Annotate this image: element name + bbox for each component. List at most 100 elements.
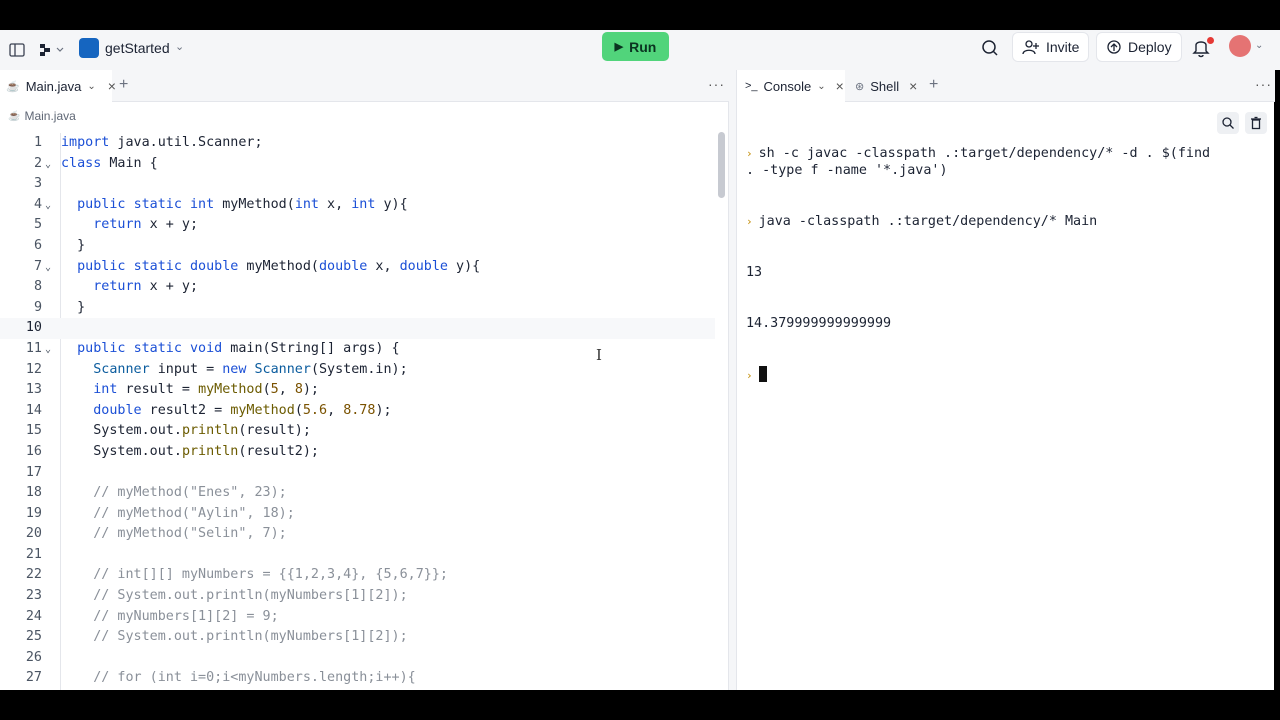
code-editor[interactable]: 1 import java.util.Scanner; 2 ⌄ class Main … xyxy=(0,133,715,690)
terminal-prompt-icon: >_ xyxy=(745,80,758,92)
line-number: 20 xyxy=(25,526,42,542)
close-icon[interactable]: × xyxy=(836,78,844,94)
invite-button[interactable]: Invite xyxy=(1012,32,1090,62)
line-number: 26 xyxy=(25,649,42,665)
avatar[interactable] xyxy=(1229,35,1251,57)
console-line: › java -classpath .:target/dependency/* M… xyxy=(746,214,1098,229)
line-number: 11 xyxy=(25,340,42,356)
tab-shell[interactable]: ⊛ Shell × xyxy=(847,70,925,102)
code-line-active: 10 xyxy=(0,318,715,339)
play-icon: ▶ xyxy=(614,41,624,53)
code-line: 5 return x + y; xyxy=(0,215,715,236)
editor-tab-bar: ☕ Main.java ⌄ × + ··· xyxy=(0,70,729,102)
console-input-line[interactable]: › xyxy=(746,366,1216,384)
more-options-icon[interactable]: ··· xyxy=(1255,76,1272,92)
tab-console[interactable]: >_ Console ⌄ × xyxy=(737,70,845,102)
sidebar-toggle-icon[interactable] xyxy=(7,40,27,60)
line-number: 16 xyxy=(25,443,42,459)
code-line: 18 // myMethod("Enes", 23); xyxy=(0,483,715,504)
line-number: 23 xyxy=(25,588,42,604)
tab-console-label: Console xyxy=(763,78,812,94)
fold-chevron-icon[interactable]: ⌄ xyxy=(45,196,51,217)
run-label: Run xyxy=(629,38,657,55)
fold-chevron-icon[interactable]: ⌄ xyxy=(45,155,51,176)
line-number: 25 xyxy=(25,629,42,645)
top-bar: getStarted ⌄ ▶ Run Invite Deploy ⌄ xyxy=(0,30,1280,70)
line-number: 13 xyxy=(25,382,42,398)
code-line: 20 // myMethod("Selin", 7); xyxy=(0,524,715,545)
java-language-icon xyxy=(79,38,99,58)
add-tab-icon[interactable]: + xyxy=(929,76,938,94)
chevron-down-icon[interactable]: ⌄ xyxy=(1255,40,1263,51)
code-line: 26 xyxy=(0,648,715,669)
line-number: 2 xyxy=(33,155,42,171)
line-number: 18 xyxy=(25,485,42,501)
code-line: 12 Scanner input = new Scanner(System.in… xyxy=(0,360,715,381)
repl-name[interactable]: getStarted xyxy=(105,40,170,56)
tab-label: Main.java xyxy=(25,78,82,94)
code-line: 24 // myNumbers[1][2] = 9; xyxy=(0,607,715,628)
code-line: 14 double result2 = myMethod(5.6, 8.78); xyxy=(0,401,715,422)
line-number: 5 xyxy=(33,217,42,233)
console-tools xyxy=(1217,112,1267,134)
line-number: 14 xyxy=(25,402,42,418)
tab-shell-label: Shell xyxy=(870,78,900,94)
replit-menu-icon[interactable] xyxy=(37,40,67,60)
invite-label: Invite xyxy=(1046,39,1080,55)
fold-chevron-icon[interactable]: ⌄ xyxy=(45,258,51,279)
line-number: 8 xyxy=(33,279,42,295)
close-icon[interactable]: × xyxy=(108,78,116,94)
code-line: 25 // System.out.println(myNumbers[1][2]… xyxy=(0,627,715,648)
line-number: 19 xyxy=(25,505,42,521)
prompt-chevron-icon: › xyxy=(746,147,753,160)
editor-scrollbar[interactable] xyxy=(718,132,725,198)
code-line: 22 // int[][] myNumbers = {{1,2,3,4}, {5… xyxy=(0,565,715,586)
trash-icon[interactable] xyxy=(1245,112,1267,134)
line-number: 15 xyxy=(25,423,42,439)
deploy-icon xyxy=(1107,40,1121,54)
java-file-icon: ☕ xyxy=(6,80,20,93)
fold-chevron-icon[interactable]: ⌄ xyxy=(45,340,51,361)
console-line: › sh -c javac -classpath .:target/depende… xyxy=(746,146,1219,178)
line-number: 6 xyxy=(33,237,42,253)
close-icon[interactable]: × xyxy=(909,78,917,94)
code-line: 1 import java.util.Scanner; xyxy=(0,133,715,154)
more-options-icon[interactable]: ··· xyxy=(708,76,725,92)
chevron-down-icon[interactable]: ⌄ xyxy=(87,81,95,92)
search-icon[interactable] xyxy=(979,37,1001,59)
line-number: 27 xyxy=(25,670,42,686)
line-number: 24 xyxy=(25,608,42,624)
prompt-chevron-icon: › xyxy=(746,215,753,228)
line-number: 4 xyxy=(33,196,42,212)
chevron-down-icon[interactable]: ⌄ xyxy=(817,81,825,92)
chevron-down-icon[interactable]: ⌄ xyxy=(175,40,184,53)
text-cursor-icon: I xyxy=(596,346,602,364)
line-number: 12 xyxy=(25,361,42,377)
console-line: 14.379999999999999 xyxy=(746,316,892,331)
code-line: 27 // for (int i=0;i<myNumbers.length;i+… xyxy=(0,668,715,689)
breadcrumb: ☕ Main.java xyxy=(8,109,76,123)
console-output[interactable]: › sh -c javac -classpath .:target/depende… xyxy=(746,111,1216,418)
code-line: 4 ⌄ public static int myMethod(int x, int… xyxy=(0,195,715,216)
console-tab-bar: >_ Console ⌄ × ⊛ Shell × + ··· xyxy=(737,70,1275,102)
breadcrumb-file[interactable]: Main.java xyxy=(24,109,75,123)
line-number: 22 xyxy=(25,567,42,583)
input-caret xyxy=(758,366,767,382)
console-line: 13 xyxy=(746,265,763,280)
shell-icon: ⊛ xyxy=(855,80,865,93)
console-pane: >_ Console ⌄ × ⊛ Shell × + ··· › sh -c ja… xyxy=(736,70,1275,690)
java-file-icon: ☕ xyxy=(8,110,21,122)
run-button[interactable]: ▶ Run xyxy=(602,32,669,61)
code-line: 8 return x + y; xyxy=(0,277,715,298)
code-line: 21 xyxy=(0,545,715,566)
code-line: 15 System.out.println(result); xyxy=(0,421,715,442)
pane-resize-handle[interactable] xyxy=(729,70,736,690)
line-number: 3 xyxy=(33,176,42,192)
search-icon[interactable] xyxy=(1217,112,1239,134)
code-line: 9 } xyxy=(0,298,715,319)
add-tab-icon[interactable]: + xyxy=(119,76,128,94)
code-line: 16 System.out.println(result2); xyxy=(0,442,715,463)
deploy-button[interactable]: Deploy xyxy=(1096,32,1182,62)
tab-main-java[interactable]: ☕ Main.java ⌄ × xyxy=(0,70,116,102)
notification-dot xyxy=(1207,37,1214,44)
